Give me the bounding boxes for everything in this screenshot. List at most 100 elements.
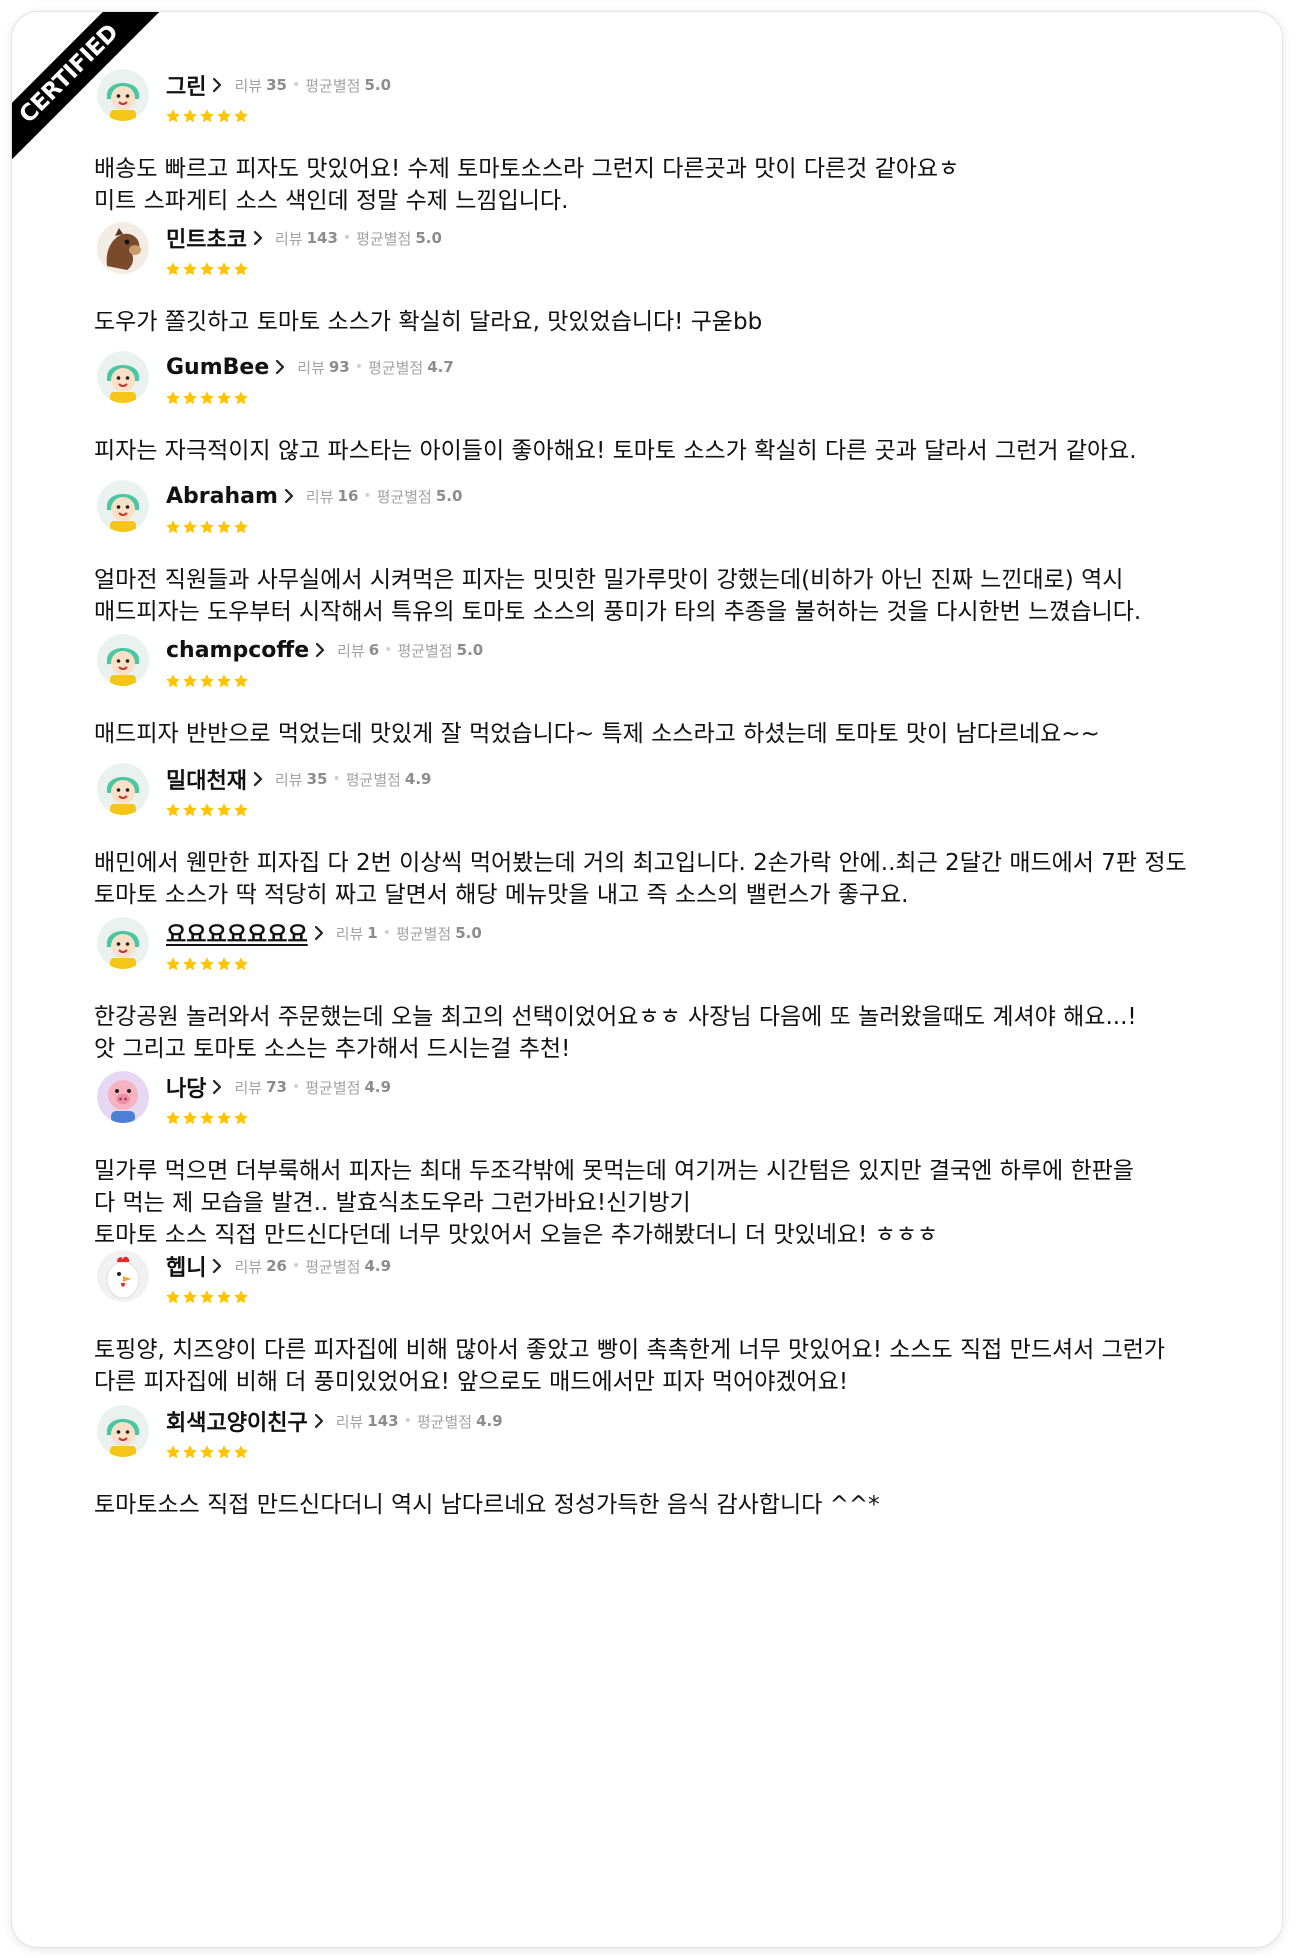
star-rating [165, 261, 249, 277]
reviewer-name-link[interactable]: GumBee [166, 355, 269, 380]
star-icon [182, 390, 198, 406]
review-count: 35 [266, 76, 287, 94]
reviewer-name-link[interactable]: 요요요요요요요 [166, 917, 308, 949]
chevron-right-icon[interactable] [210, 74, 224, 96]
review-text: 배민에서 웬만한 피자집 다 2번 이상씩 먹어봤는데 거의 최고입니다. 2손… [94, 850, 1187, 908]
reviewer-stats: 리뷰 16 • 평균별점 5.0 [306, 486, 463, 507]
star-icon [199, 673, 215, 689]
chevron-right-icon[interactable] [251, 768, 265, 790]
cartoon-avatar-icon[interactable] [97, 351, 149, 403]
star-icon [165, 519, 181, 535]
cartoon-avatar-icon[interactable] [97, 634, 149, 686]
chevron-right-icon[interactable] [312, 1410, 326, 1432]
review-count-label: 리뷰 [274, 229, 303, 248]
star-icon [182, 956, 198, 972]
reviewer-stats: 리뷰 143 • 평균별점 4.9 [336, 1411, 503, 1432]
star-icon [216, 1110, 232, 1126]
star-icon [165, 1444, 181, 1460]
cartoon-avatar-icon[interactable] [97, 763, 149, 815]
chevron-right-icon[interactable] [251, 227, 265, 249]
chevron-right-icon[interactable] [313, 639, 327, 661]
chevron-right-icon[interactable] [282, 485, 296, 507]
avg-rating-label: 평균별점 [416, 1412, 473, 1431]
avg-rating-label: 평균별점 [356, 229, 412, 248]
star-icon [199, 261, 215, 277]
reviewer-name-link[interactable]: 밀대천재 [166, 763, 247, 795]
reviewer-stats: 리뷰 93 • 평균별점 4.7 [297, 357, 454, 378]
avg-rating: 4.9 [476, 1412, 503, 1430]
star-icon [199, 519, 215, 535]
review-text: 도우가 쫄깃하고 토마토 소스가 확실히 달라요, 맛있었습니다! 구욷bb [94, 309, 763, 335]
review-count-label: 리뷰 [335, 924, 364, 943]
star-icon [199, 956, 215, 972]
review-count-label: 리뷰 [335, 1412, 364, 1431]
star-icon [233, 1110, 249, 1126]
chevron-right-icon[interactable] [210, 1076, 224, 1098]
avg-rating: 5.0 [455, 924, 482, 942]
chevron-right-icon[interactable] [210, 1255, 224, 1277]
reviewer-stats: 리뷰 6 • 평균별점 5.0 [337, 640, 483, 661]
star-icon [199, 108, 215, 124]
star-icon [233, 1444, 249, 1460]
cartoon-avatar-icon[interactable] [97, 69, 149, 121]
star-icon [233, 1289, 249, 1305]
horse-avatar-icon[interactable] [97, 222, 149, 274]
star-icon [233, 261, 249, 277]
reviewer-header: 헵니 리뷰 26 • 평균별점 4.9 [166, 1250, 391, 1282]
reviewer-name-link[interactable]: Abraham [166, 484, 278, 509]
chevron-right-icon[interactable] [312, 922, 326, 944]
reviewer-name-link[interactable]: 그린 [166, 69, 206, 101]
pig-avatar-icon[interactable] [97, 1071, 149, 1123]
star-icon [182, 108, 198, 124]
reviewer-name-link[interactable]: 나당 [166, 1071, 206, 1103]
reviewer-name-link[interactable]: champcoffe [166, 638, 309, 663]
review-count: 143 [306, 229, 338, 247]
avg-rating: 4.7 [427, 358, 454, 376]
star-icon [165, 956, 181, 972]
separator-dot: • [342, 230, 352, 246]
reviewer-stats: 리뷰 35 • 평균별점 4.9 [275, 769, 432, 790]
star-icon [165, 673, 181, 689]
star-icon [199, 390, 215, 406]
review-text: 얼마전 직원들과 사무실에서 시켜먹은 피자는 밋밋한 밀가루맛이 강했는데(비… [94, 567, 1142, 625]
review-count-label: 리뷰 [297, 358, 325, 377]
star-icon [165, 1289, 181, 1305]
review-text: 배송도 빠르고 피자도 맛있어요! 수제 토마토소스라 그런지 다른곳과 맛이 … [94, 156, 960, 214]
review-count: 143 [367, 1412, 399, 1430]
star-icon [216, 802, 232, 818]
star-icon [199, 1444, 215, 1460]
separator-dot: • [363, 488, 372, 504]
star-icon [216, 1444, 232, 1460]
reviewer-name-link[interactable]: 회색고양이친구 [166, 1405, 308, 1437]
reviewer-header: GumBee 리뷰 93 • 평균별점 4.7 [166, 353, 454, 381]
reviewer-name-link[interactable]: 민트초코 [166, 222, 247, 254]
chevron-right-icon[interactable] [273, 356, 287, 378]
review-text: 토핑양, 치즈양이 다른 피자집에 비해 많아서 좋았고 빵이 촉촉한게 너무 … [94, 1337, 1166, 1395]
separator-dot: • [384, 642, 393, 658]
review-text: 밀가루 먹으면 더부룩해서 피자는 최대 두조각밖에 못먹는데 여기꺼는 시간텀… [94, 1158, 1134, 1248]
review-count: 73 [266, 1078, 287, 1096]
star-icon [182, 1110, 198, 1126]
star-rating [165, 390, 249, 406]
star-icon [216, 108, 232, 124]
review-text: 한강공원 놀러와서 주문했는데 오늘 최고의 선택이었어요ㅎㅎ 사장님 다음에 … [94, 1004, 1137, 1062]
review-count-label: 리뷰 [234, 1257, 263, 1276]
cartoon-avatar-icon[interactable] [97, 917, 149, 969]
chicken-avatar-icon[interactable] [97, 1250, 149, 1302]
star-rating [165, 108, 249, 124]
separator-dot: • [354, 359, 364, 375]
star-icon [233, 956, 249, 972]
star-icon [216, 673, 232, 689]
reviewer-stats: 리뷰 35 • 평균별점 5.0 [234, 75, 391, 96]
star-rating [165, 802, 249, 818]
cartoon-avatar-icon[interactable] [97, 1405, 149, 1457]
review-card: CERTIFIED 그린 리뷰 35 • 평균별점 5.0 배송도 빠르고 피자도 맛있어요… [12, 12, 1282, 1947]
review-count: 35 [306, 770, 328, 788]
star-rating [165, 519, 249, 535]
review-text: 피자는 자극적이지 않고 파스타는 아이들이 좋아해요! 토마토 소스가 확실히… [94, 438, 1137, 464]
star-icon [182, 261, 198, 277]
cartoon-avatar-icon[interactable] [97, 480, 149, 532]
reviewer-name-link[interactable]: 헵니 [166, 1250, 206, 1282]
reviewer-header: 나당 리뷰 73 • 평균별점 4.9 [166, 1071, 391, 1103]
star-rating [165, 673, 249, 689]
